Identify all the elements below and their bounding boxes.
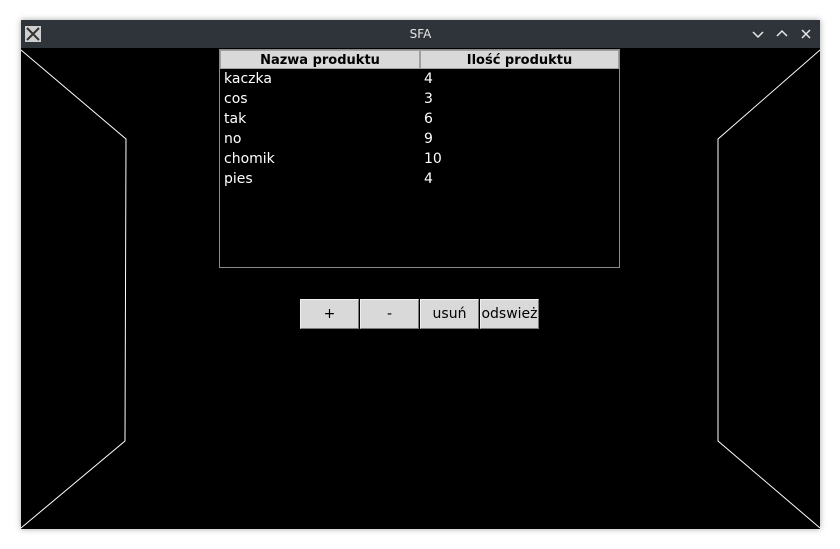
- product-name-cell: kaczka: [224, 71, 272, 87]
- action-button-bar: + - usuń odswież: [300, 299, 540, 330]
- maximize-chevron-icon[interactable]: [774, 26, 790, 42]
- product-quantity-cell: 4: [424, 71, 433, 87]
- subtract-button[interactable]: -: [360, 299, 419, 329]
- refresh-button[interactable]: odswież: [480, 299, 539, 329]
- window-title: SFA: [409, 27, 432, 41]
- column-header-name[interactable]: Nazwa produktu: [220, 50, 420, 69]
- delete-button[interactable]: usuń: [420, 299, 479, 329]
- product-name-cell: chomik: [224, 151, 275, 167]
- table-row[interactable]: tak 6: [220, 109, 619, 129]
- column-header-quantity[interactable]: Ilość produktu: [420, 50, 619, 69]
- product-name-cell: tak: [224, 111, 247, 127]
- canvas-area: Nazwa produktu Ilość produktu kaczka 4 c…: [21, 49, 820, 529]
- table-row[interactable]: kaczka 4: [220, 69, 619, 89]
- table-row[interactable]: pies 4: [220, 169, 619, 189]
- title-bar[interactable]: SFA: [21, 20, 820, 48]
- product-table: Nazwa produktu Ilość produktu kaczka 4 c…: [219, 49, 620, 268]
- close-icon[interactable]: [798, 26, 814, 42]
- product-quantity-cell: 4: [424, 171, 433, 187]
- product-name-cell: pies: [224, 171, 253, 187]
- table-row[interactable]: cos 3: [220, 89, 619, 109]
- product-quantity-cell: 9: [424, 131, 433, 147]
- product-name-cell: no: [224, 131, 242, 147]
- app-window: SFA Nazwa produktu Ilość produktu kaczka…: [21, 20, 820, 529]
- product-quantity-cell: 3: [424, 91, 433, 107]
- table-row[interactable]: no 9: [220, 129, 619, 149]
- product-quantity-cell: 6: [424, 111, 433, 127]
- table-row[interactable]: chomik 10: [220, 149, 619, 169]
- minimize-chevron-icon[interactable]: [750, 26, 766, 42]
- product-name-cell: cos: [224, 91, 248, 107]
- product-quantity-cell: 10: [424, 151, 442, 167]
- add-button[interactable]: +: [300, 299, 359, 329]
